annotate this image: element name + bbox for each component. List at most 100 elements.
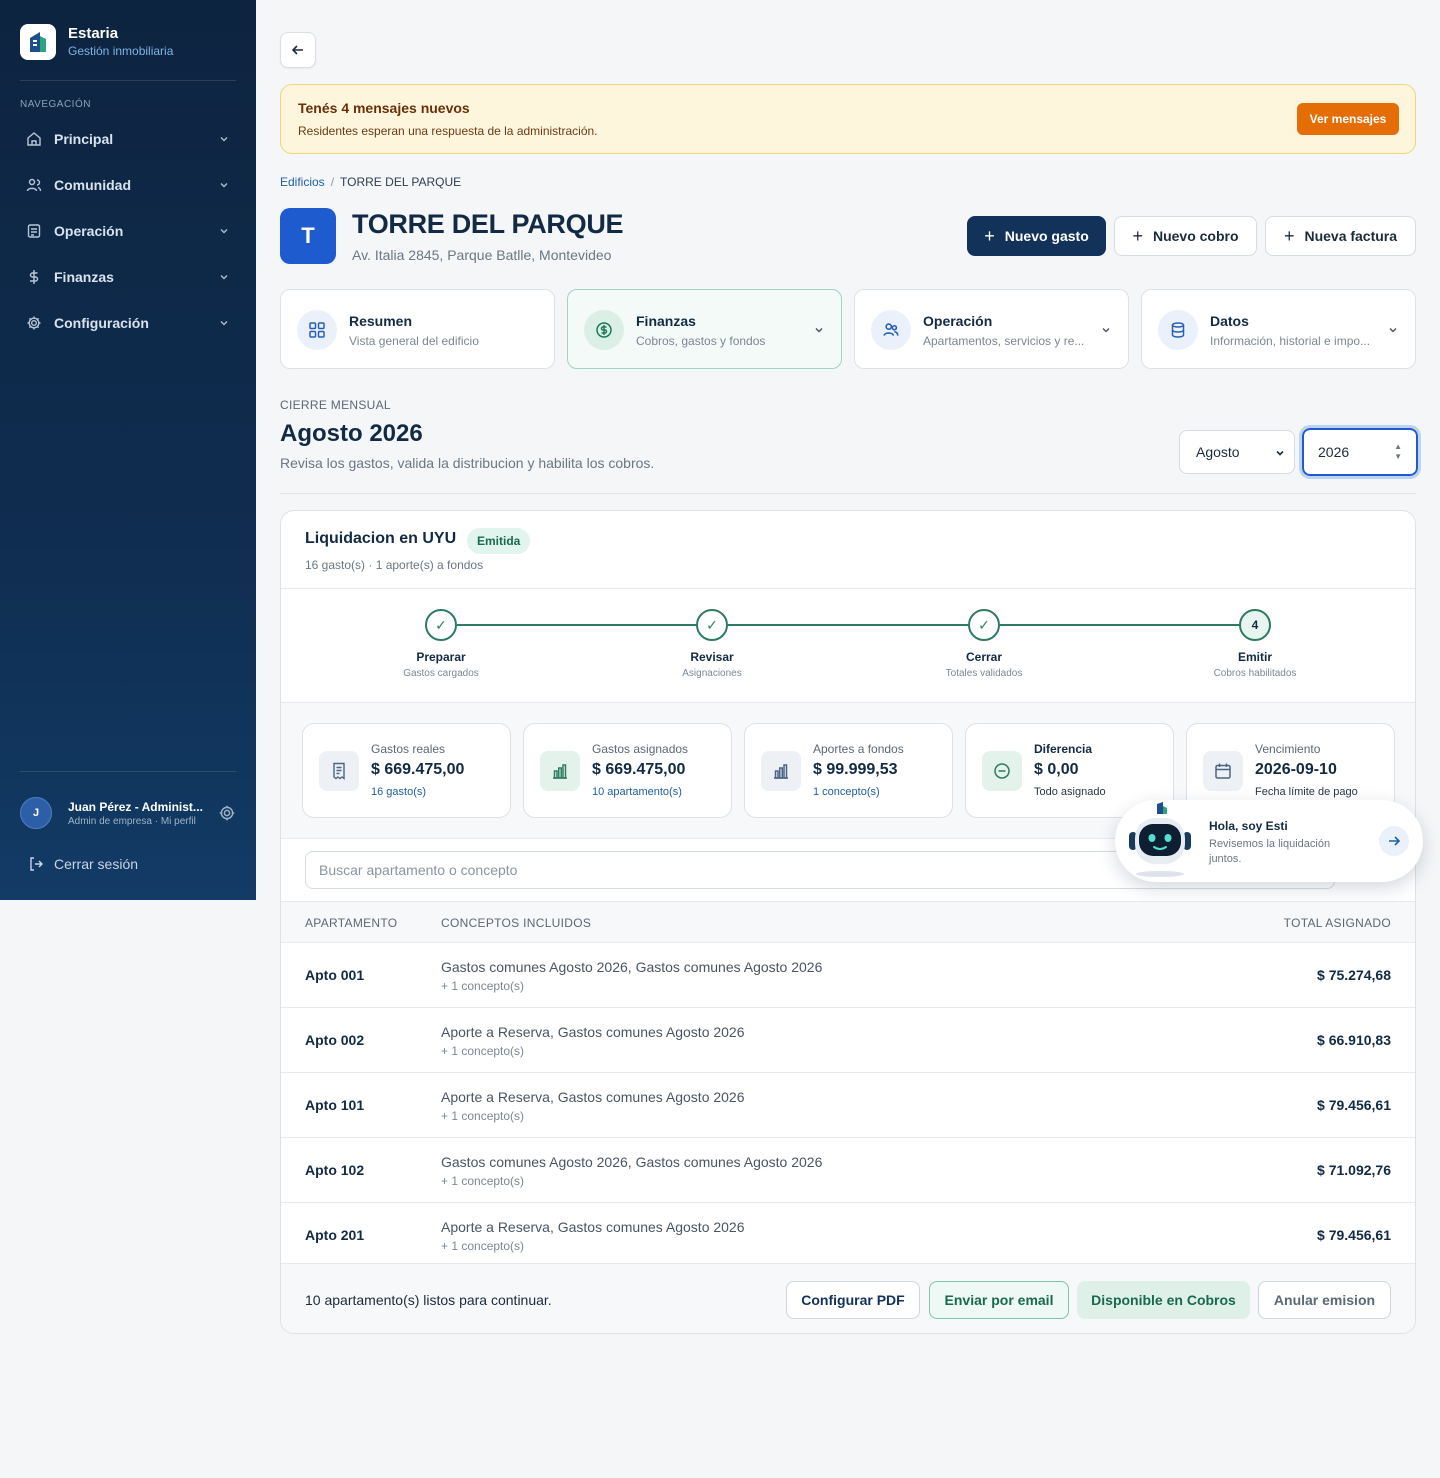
step-revisar[interactable]: ✓ Revisar Asignaciones xyxy=(632,609,792,679)
arrow-left-icon xyxy=(291,45,303,55)
kpi-value: $ 99.999,53 xyxy=(813,761,898,778)
sidebar-item-label: Finanzas xyxy=(54,269,114,285)
sidebar-item-principal[interactable]: Principal xyxy=(20,121,236,157)
chevron-down-icon xyxy=(815,327,823,333)
step-number: 4 xyxy=(1239,609,1271,641)
table-row[interactable]: Apto 101 Aporte a Reserva, Gastos comune… xyxy=(281,1073,1415,1138)
step-subtitle: Gastos cargados xyxy=(403,668,479,679)
dollar-circle-icon xyxy=(584,310,624,350)
chevron-down-icon xyxy=(1102,327,1110,333)
sidebar-item-operacion[interactable]: Operación xyxy=(20,213,236,249)
row-apartment: Apto 101 xyxy=(305,1097,365,1113)
month-select-value: Agosto xyxy=(1196,444,1240,460)
kpi-gastos-reales: Gastos reales $ 669.475,00 16 gasto(s) xyxy=(302,723,511,818)
kpi-value: $ 0,00 xyxy=(1034,761,1079,778)
breadcrumb-buildings-link[interactable]: Edificios xyxy=(280,175,325,189)
brand[interactable]: Estaria Gestión inmobiliaria xyxy=(20,24,173,60)
step-preparar[interactable]: ✓ Preparar Gastos cargados xyxy=(361,609,521,679)
card-datos[interactable]: Datos Información, historial e impo... xyxy=(1141,289,1416,369)
step-subtitle: Asignaciones xyxy=(682,668,742,679)
status-badge: Emitida xyxy=(467,528,531,554)
breadcrumb-separator: / xyxy=(330,175,335,189)
row-total: $ 79.456,61 xyxy=(1317,1097,1391,1113)
assistant-open-button[interactable] xyxy=(1379,826,1409,856)
back-button[interactable] xyxy=(280,32,316,68)
month-select[interactable]: Agosto xyxy=(1179,430,1295,474)
row-concepts: Aporte a Reserva, Gastos comunes Agosto … xyxy=(441,1219,745,1235)
available-in-charges-button[interactable]: Disponible en Cobros xyxy=(1077,1281,1250,1319)
user-name: Juan Pérez - Administ... xyxy=(68,799,203,814)
progress-stepper: ✓ Preparar Gastos cargados ✓ Revisar Asi… xyxy=(281,589,1415,703)
breadcrumb: Edificios / TORRE DEL PARQUE xyxy=(280,175,461,189)
chevron-down-icon xyxy=(1389,327,1397,333)
sidebar-item-label: Principal xyxy=(54,131,114,147)
row-more-concepts[interactable]: + 1 concepto(s) xyxy=(441,1109,524,1123)
row-more-concepts[interactable]: + 1 concepto(s) xyxy=(441,979,524,993)
brand-subtitle: Gestión inmobiliaria xyxy=(68,44,174,58)
card-finanzas[interactable]: Finanzas Cobros, gastos y fondos xyxy=(567,289,842,369)
arrow-right-icon xyxy=(1389,836,1400,846)
card-resumen[interactable]: Resumen Vista general del edificio xyxy=(280,289,555,369)
kpi-sub[interactable]: 16 gasto(s) xyxy=(371,786,426,798)
divider xyxy=(20,771,236,772)
row-more-concepts[interactable]: + 1 concepto(s) xyxy=(441,1044,524,1058)
step-cerrar[interactable]: ✓ Cerrar Totales validados xyxy=(904,609,1064,679)
step-emitir[interactable]: 4 Emitir Cobros habilitados xyxy=(1175,609,1335,679)
logout-button[interactable]: Cerrar sesión xyxy=(28,856,138,872)
card-subtitle: Cobros, gastos y fondos xyxy=(636,334,766,348)
brand-logo-icon xyxy=(20,24,56,60)
sidebar-item-finanzas[interactable]: Finanzas xyxy=(20,259,236,295)
table-row[interactable]: Apto 001 Gastos comunes Agosto 2026, Gas… xyxy=(281,943,1415,1008)
alert-title: Tenés 4 mensajes nuevos xyxy=(298,100,470,116)
kpi-label: Gastos reales xyxy=(371,742,446,756)
check-icon: ✓ xyxy=(968,609,1000,641)
card-subtitle: Apartamentos, servicios y re... xyxy=(923,334,1085,348)
step-label: Emitir xyxy=(1237,650,1272,664)
user-profile[interactable]: J Juan Pérez - Administ... Admin de empr… xyxy=(20,796,236,830)
new-invoice-button[interactable]: + Nueva factura xyxy=(1265,216,1416,256)
cancel-issue-button[interactable]: Anular emision xyxy=(1258,1281,1391,1319)
settings-gear-icon[interactable] xyxy=(218,804,236,822)
send-email-button[interactable]: Enviar por email xyxy=(929,1281,1069,1319)
column-header-total[interactable]: TOTAL ASIGNADO xyxy=(1284,916,1391,930)
new-expense-button[interactable]: + Nuevo gasto xyxy=(967,216,1106,256)
row-concepts: Aporte a Reserva, Gastos comunes Agosto … xyxy=(441,1024,745,1040)
assistant-bubble[interactable]: Hola, soy Esti Revisemos la liquidación … xyxy=(1115,800,1423,882)
sidebar-item-comunidad[interactable]: Comunidad xyxy=(20,167,236,203)
table-row[interactable]: Apto 002 Aporte a Reserva, Gastos comune… xyxy=(281,1008,1415,1073)
kpi-sub[interactable]: 10 apartamento(s) xyxy=(592,786,682,798)
new-charge-label: Nuevo cobro xyxy=(1152,228,1239,244)
card-title: Resumen xyxy=(349,313,413,329)
divider xyxy=(280,493,1416,494)
kpi-sub[interactable]: 1 concepto(s) xyxy=(813,786,880,798)
card-operacion[interactable]: Operación Apartamentos, servicios y re..… xyxy=(854,289,1129,369)
row-more-concepts[interactable]: + 1 concepto(s) xyxy=(441,1239,524,1253)
year-input[interactable]: 2026 ▲ ▼ xyxy=(1299,425,1421,479)
database-icon xyxy=(1158,310,1198,350)
table-row[interactable]: Apto 201 Aporte a Reserva, Gastos comune… xyxy=(281,1203,1415,1263)
row-apartment: Apto 102 xyxy=(305,1162,365,1178)
configure-pdf-button[interactable]: Configurar PDF xyxy=(786,1281,920,1319)
sidebar-item-label: Configuración xyxy=(54,315,149,331)
column-header-apartment[interactable]: APARTAMENTO xyxy=(305,916,397,930)
closing-title: Agosto 2026 xyxy=(280,420,423,447)
step-label: Cerrar xyxy=(965,650,1003,664)
table-row[interactable]: Apto 102 Gastos comunes Agosto 2026, Gas… xyxy=(281,1138,1415,1203)
row-total: $ 75.274,68 xyxy=(1317,967,1391,983)
kpi-value: 2026-09-10 xyxy=(1255,761,1337,778)
users-icon xyxy=(26,178,42,192)
sidebar-item-configuracion[interactable]: Configuración xyxy=(20,305,236,341)
user-role: Admin de empresa · Mi perfil xyxy=(68,815,196,827)
column-header-concepts[interactable]: CONCEPTOS INCLUIDOS xyxy=(441,916,591,930)
view-messages-button[interactable]: Ver mensajes xyxy=(1297,103,1399,135)
new-charge-button[interactable]: + Nuevo cobro xyxy=(1114,216,1257,256)
spinner-arrows-icon[interactable]: ▲ ▼ xyxy=(1394,442,1402,462)
row-more-concepts[interactable]: + 1 concepto(s) xyxy=(441,1174,524,1188)
row-total: $ 66.910,83 xyxy=(1317,1032,1391,1048)
kpi-aportes-fondos: Aportes a fondos $ 99.999,53 1 concepto(… xyxy=(744,723,953,818)
closing-label: CIERRE MENSUAL xyxy=(280,398,391,412)
divider xyxy=(20,80,236,81)
assistant-subtitle: Revisemos la liquidación juntos. xyxy=(1209,838,1331,865)
kpi-sub: Todo asignado xyxy=(1034,786,1106,798)
settlement-title: Liquidacion en UYU xyxy=(305,530,457,547)
